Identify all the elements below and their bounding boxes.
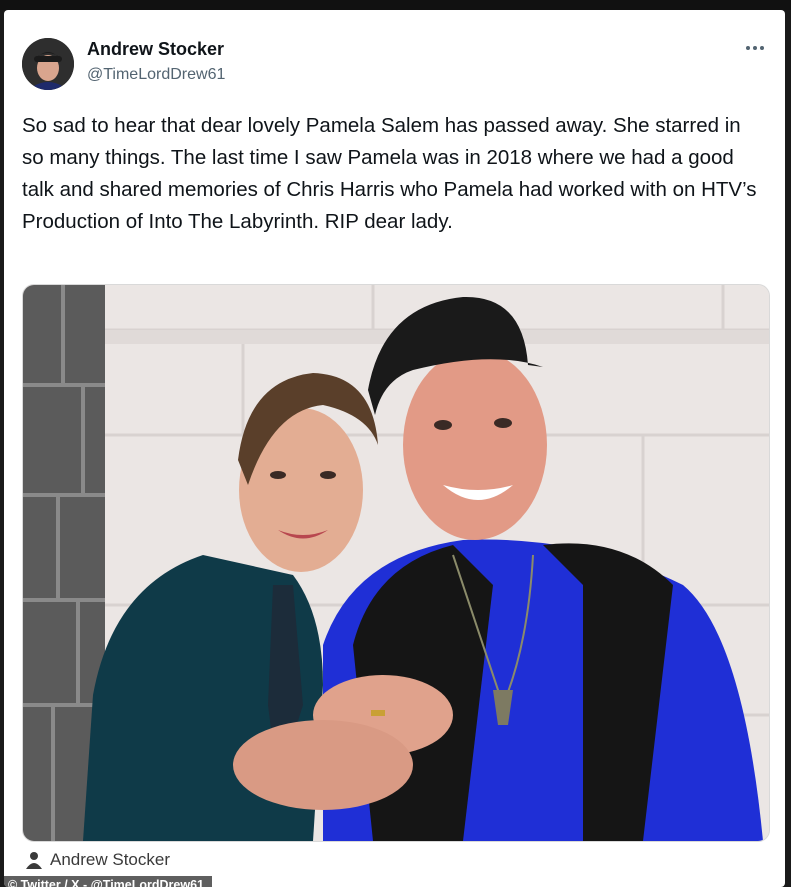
post-card: Andrew Stocker @TimeLordDrew61 So sad to… [4, 10, 785, 887]
photo-of-two-people-icon [23, 285, 769, 841]
source-watermark: © Twitter / X - @TimeLordDrew61 [4, 876, 212, 887]
avatar-photo-icon [22, 38, 74, 90]
post-text: So sad to hear that dear lovely Pamela S… [22, 114, 757, 233]
top-bar [0, 0, 791, 10]
person-icon [26, 852, 42, 869]
more-options-icon[interactable] [743, 40, 767, 56]
photo-credit-name: Andrew Stocker [50, 850, 170, 869]
post-photo[interactable] [22, 284, 770, 842]
photo-credit: Andrew Stocker [26, 850, 170, 870]
author-display-name[interactable]: Andrew Stocker [87, 39, 224, 60]
author-avatar[interactable] [22, 38, 74, 90]
author-handle[interactable]: @TimeLordDrew61 [87, 66, 225, 84]
